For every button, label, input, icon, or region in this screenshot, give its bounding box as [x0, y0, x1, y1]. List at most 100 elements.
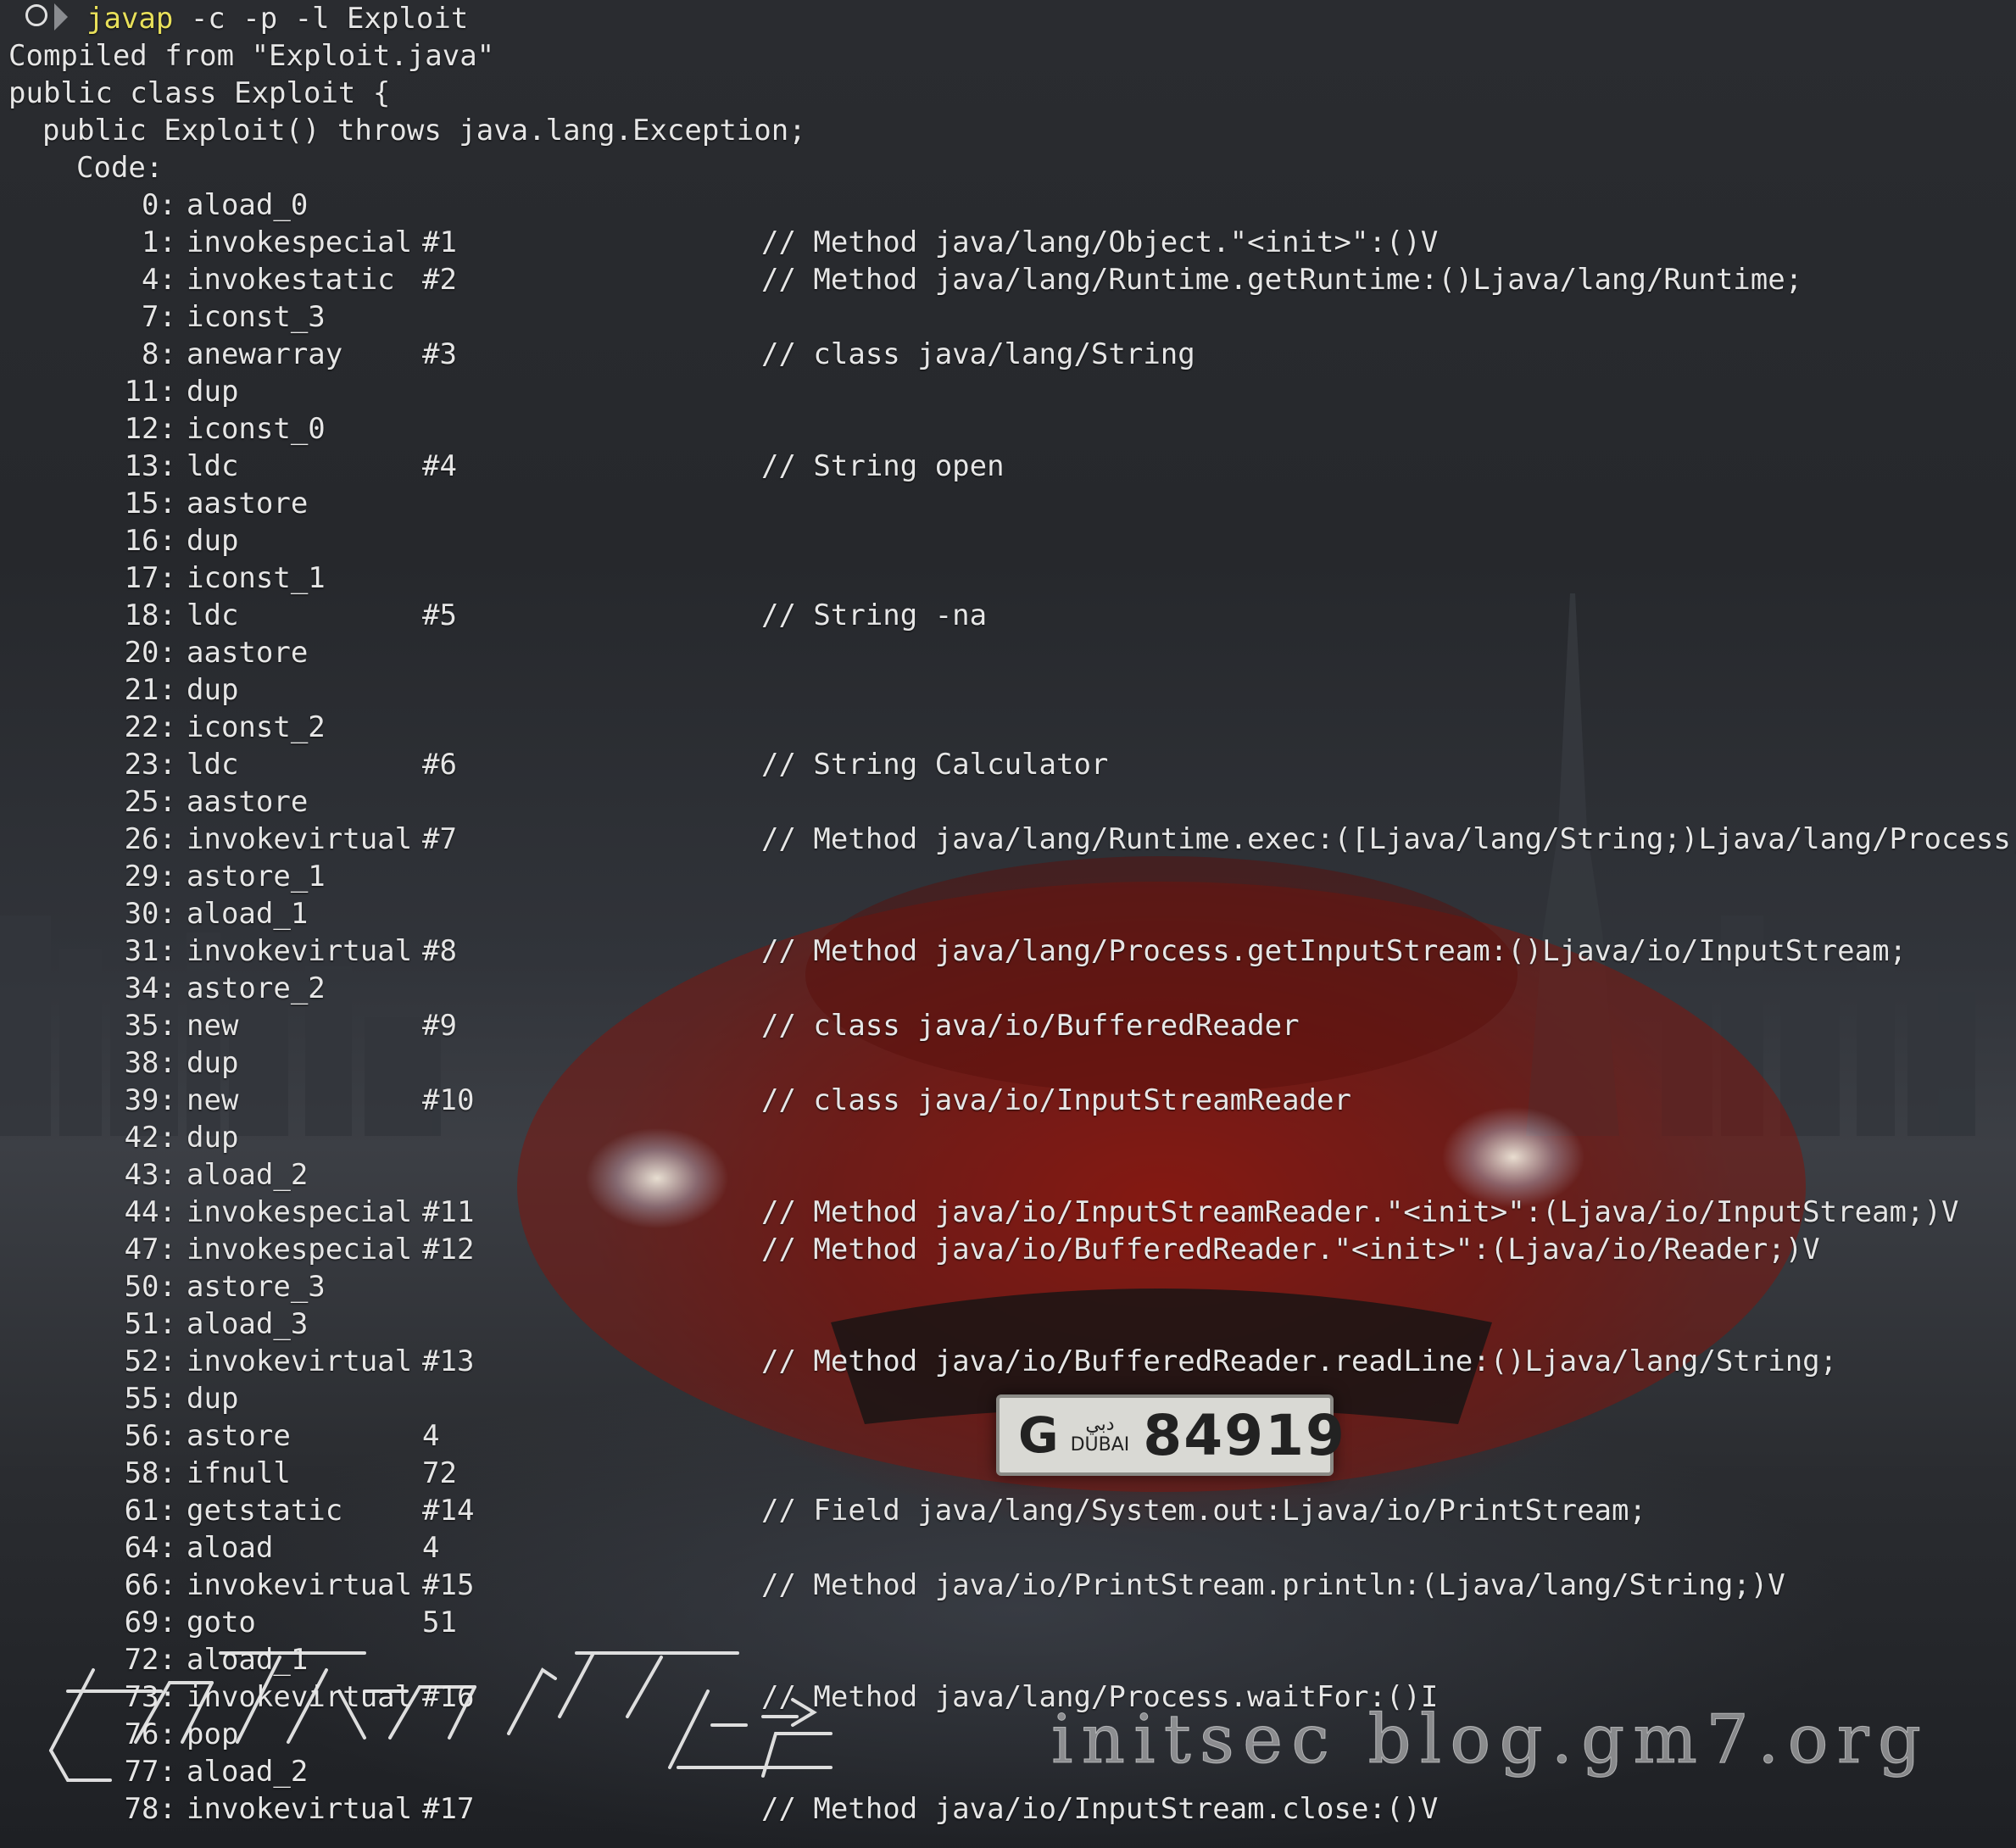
instruction-operand: [422, 186, 761, 224]
instruction-opcode: dup: [187, 1121, 239, 1155]
instruction-comment: // String Calculator: [761, 748, 1109, 782]
instruction-offset: 1:: [142, 225, 176, 259]
instruction-opcode: dup: [187, 1046, 239, 1080]
instruction-opcode: invokevirtual: [187, 1344, 413, 1378]
instruction-offset: 21:: [124, 673, 176, 707]
instruction-operand: [422, 634, 761, 671]
instruction-offset: 0:: [142, 188, 176, 222]
instruction-comment: // Method java/lang/Runtime.exec:([Ljava…: [761, 822, 2016, 856]
instruction-opcode: astore: [187, 1419, 291, 1453]
bytecode-instruction-row: 39: new #10 // class java/io/InputStreamRea…: [8, 1082, 2016, 1119]
instruction-opcode: iconst_3: [187, 300, 326, 334]
instruction-offset: 44:: [124, 1195, 176, 1229]
instruction-operand: #3: [422, 337, 457, 371]
instruction-opcode: invokevirtual: [187, 1568, 413, 1602]
instruction-offset: 34:: [124, 971, 176, 1005]
bytecode-instruction-row: 66: invokevirtual #15 // Method java/io/Pri…: [8, 1567, 2016, 1604]
instruction-opcode: ldc: [187, 598, 239, 632]
prompt-line[interactable]: javap -c -p -l Exploit: [8, 0, 2016, 37]
instruction-opcode: aload_0: [187, 188, 309, 222]
instruction-opcode: new: [187, 1009, 239, 1043]
class-declaration-line: public class Exploit {: [8, 76, 391, 110]
bytecode-instruction-row: 52: invokevirtual #13 // Method java/io/Buf…: [8, 1343, 2016, 1380]
instruction-offset: 31:: [124, 934, 176, 968]
constructor-declaration-line: public Exploit() throws java.lang.Except…: [42, 114, 806, 148]
bytecode-instruction-row: 16: dup: [8, 522, 2016, 559]
instruction-operand: [422, 671, 761, 709]
instruction-offset: 29:: [124, 860, 176, 893]
bytecode-instruction-row: 8: anewarray #3 // class java/lang/String: [8, 336, 2016, 373]
instruction-comment: // Method java/lang/Object."<init>":()V: [761, 225, 1439, 259]
instruction-operand: [422, 709, 761, 746]
instruction-operand: 51: [422, 1606, 457, 1639]
instruction-operand: #14: [422, 1494, 475, 1528]
instruction-comment: // Method java/io/BufferedReader."<init>…: [761, 1233, 1820, 1266]
instruction-operand: #6: [422, 748, 457, 782]
instruction-opcode: astore_2: [187, 971, 326, 1005]
instruction-operand: #4: [422, 449, 457, 483]
instruction-offset: 61:: [124, 1494, 176, 1528]
instruction-comment: // Method java/io/InputStreamReader."<in…: [761, 1195, 1959, 1229]
instruction-operand: [422, 1119, 761, 1156]
instruction-operand: #8: [422, 934, 457, 968]
instruction-opcode: aload: [187, 1531, 274, 1565]
instruction-offset: 16:: [124, 524, 176, 558]
instruction-comment: // class java/io/InputStreamReader: [761, 1083, 1351, 1117]
bytecode-instruction-row: 51: aload_3: [8, 1305, 2016, 1343]
instruction-offset: 64:: [124, 1531, 176, 1565]
terminal-window[interactable]: G دبي DUBAI 84919 javap -c -p -l Exploit…: [0, 0, 2016, 1848]
bytecode-instruction-row: 69: goto 51: [8, 1604, 2016, 1641]
bytecode-listing: 0: aload_0 1: invokespecial #1 // Method java…: [8, 186, 2016, 1828]
instruction-offset: 42:: [124, 1121, 176, 1155]
bytecode-instruction-row: 22: iconst_2: [8, 709, 2016, 746]
instruction-comment: // Method java/io/PrintStream.println:(L…: [761, 1568, 1785, 1602]
instruction-operand: 72: [422, 1456, 457, 1490]
instruction-offset: 38:: [124, 1046, 176, 1080]
bytecode-instruction-row: 43: aload_2: [8, 1156, 2016, 1194]
instruction-offset: 56:: [124, 1419, 176, 1453]
instruction-offset: 69:: [124, 1606, 176, 1639]
instruction-offset: 18:: [124, 598, 176, 632]
instruction-operand: [422, 522, 761, 559]
bytecode-instruction-row: 35: new #9 // class java/io/BufferedReader: [8, 1007, 2016, 1044]
command-name: javap: [86, 2, 174, 36]
instruction-operand: #12: [422, 1233, 475, 1266]
instruction-offset: 51:: [124, 1307, 176, 1341]
terminal-output[interactable]: javap -c -p -l Exploit Compiled from "Ex…: [8, 0, 2016, 1828]
prompt-arrow-icon: [54, 3, 68, 31]
instruction-offset: 20:: [124, 636, 176, 670]
bytecode-instruction-row: 18: ldc #5 // String -na: [8, 597, 2016, 634]
instruction-opcode: iconst_0: [187, 412, 326, 446]
instruction-offset: 30:: [124, 897, 176, 931]
instruction-offset: 23:: [124, 748, 176, 782]
instruction-offset: 39:: [124, 1083, 176, 1117]
instruction-operand: [422, 1044, 761, 1082]
instruction-offset: 43:: [124, 1158, 176, 1192]
instruction-offset: 26:: [124, 822, 176, 856]
bytecode-instruction-row: 17: iconst_1: [8, 559, 2016, 597]
instruction-operand: [422, 970, 761, 1007]
instruction-operand: [422, 858, 761, 895]
bytecode-instruction-row: 11: dup: [8, 373, 2016, 410]
instruction-opcode: invokevirtual: [187, 934, 413, 968]
bytecode-instruction-row: 29: astore_1: [8, 858, 2016, 895]
instruction-comment: // Field java/lang/System.out:Ljava/io/P…: [761, 1494, 1646, 1528]
bytecode-instruction-row: 56: astore 4: [8, 1417, 2016, 1455]
bytecode-instruction-row: 26: invokevirtual #7 // Method java/lang/Ru…: [8, 821, 2016, 858]
instruction-opcode: aload_1: [187, 897, 309, 931]
instruction-comment: // String open: [761, 449, 1005, 483]
instruction-opcode: iconst_2: [187, 710, 326, 744]
instruction-operand: [422, 485, 761, 522]
instruction-offset: 7:: [142, 300, 176, 334]
instruction-operand: #9: [422, 1009, 457, 1043]
instruction-comment: // class java/lang/String: [761, 337, 1195, 371]
instruction-opcode: getstatic: [187, 1494, 343, 1528]
instruction-opcode: invokestatic: [187, 263, 395, 297]
instruction-opcode: goto: [187, 1606, 256, 1639]
bytecode-instruction-row: 12: iconst_0: [8, 410, 2016, 448]
instruction-offset: 47:: [124, 1233, 176, 1266]
instruction-opcode: invokespecial: [187, 1195, 413, 1229]
instruction-operand: [422, 783, 761, 821]
instruction-opcode: iconst_1: [187, 561, 326, 595]
instruction-opcode: ifnull: [187, 1456, 291, 1490]
